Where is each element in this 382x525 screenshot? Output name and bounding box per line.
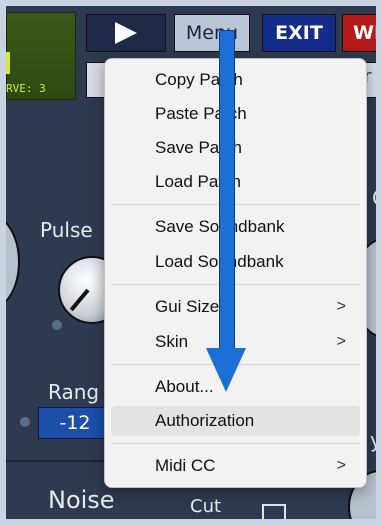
- range-value-box[interactable]: -12: [38, 407, 112, 439]
- menu-item-load-soundbank[interactable]: Load Soundbank: [111, 247, 360, 277]
- chevron-right-icon: >: [336, 457, 346, 474]
- chevron-right-icon: >: [336, 298, 346, 315]
- menu-item-paste-patch[interactable]: Paste Patch: [111, 99, 360, 129]
- play-button[interactable]: [86, 14, 166, 52]
- right-label-c: C: [372, 186, 382, 210]
- menu-item-midi-cc[interactable]: Midi CC >: [111, 451, 360, 481]
- panel-divider: [6, 460, 106, 462]
- menu-item-save-patch[interactable]: Save Patch: [111, 133, 360, 163]
- lcd-text: RVE: 3: [6, 82, 46, 95]
- write-button[interactable]: WR: [342, 14, 382, 52]
- menu-item-authorization[interactable]: Authorization: [111, 406, 360, 436]
- context-menu: Copy Patch Paste Patch Save Patch Load P…: [104, 58, 367, 488]
- menu-item-label: About...: [155, 377, 214, 396]
- menu-item-label: Authorization: [155, 411, 255, 430]
- chevron-right-icon: >: [336, 333, 346, 350]
- cut-icon: [262, 504, 286, 524]
- menu-item-save-soundbank[interactable]: Save Soundbank: [111, 212, 360, 242]
- menu-button[interactable]: Menu: [174, 14, 250, 52]
- led-indicator: [20, 417, 30, 427]
- lcd-bar: [6, 52, 10, 74]
- menu-item-load-patch[interactable]: Load Patch: [111, 167, 360, 197]
- knob-left[interactable]: [0, 214, 20, 310]
- menu-separator: [111, 204, 360, 205]
- menu-item-label: Skin: [155, 332, 189, 351]
- right-label-y: y: [370, 428, 382, 452]
- menu-separator: [111, 443, 360, 444]
- led-indicator: [52, 320, 62, 330]
- play-icon: [115, 22, 137, 44]
- menu-item-gui-size[interactable]: Gui Size >: [111, 292, 360, 322]
- pulse-label: Pulse: [40, 218, 93, 242]
- down-arrow-annotation: [219, 30, 235, 352]
- range-label: Rang: [48, 380, 100, 404]
- menu-item-label: Gui Size: [155, 297, 220, 316]
- menu-item-label: Midi CC: [155, 456, 216, 475]
- menu-separator: [111, 284, 360, 285]
- noise-label: Noise: [48, 486, 115, 514]
- exit-button[interactable]: EXIT: [262, 14, 336, 52]
- cut-label: Cut: [190, 496, 222, 517]
- menu-item-copy-patch[interactable]: Copy Patch: [111, 65, 360, 95]
- down-arrow-head: [206, 348, 246, 392]
